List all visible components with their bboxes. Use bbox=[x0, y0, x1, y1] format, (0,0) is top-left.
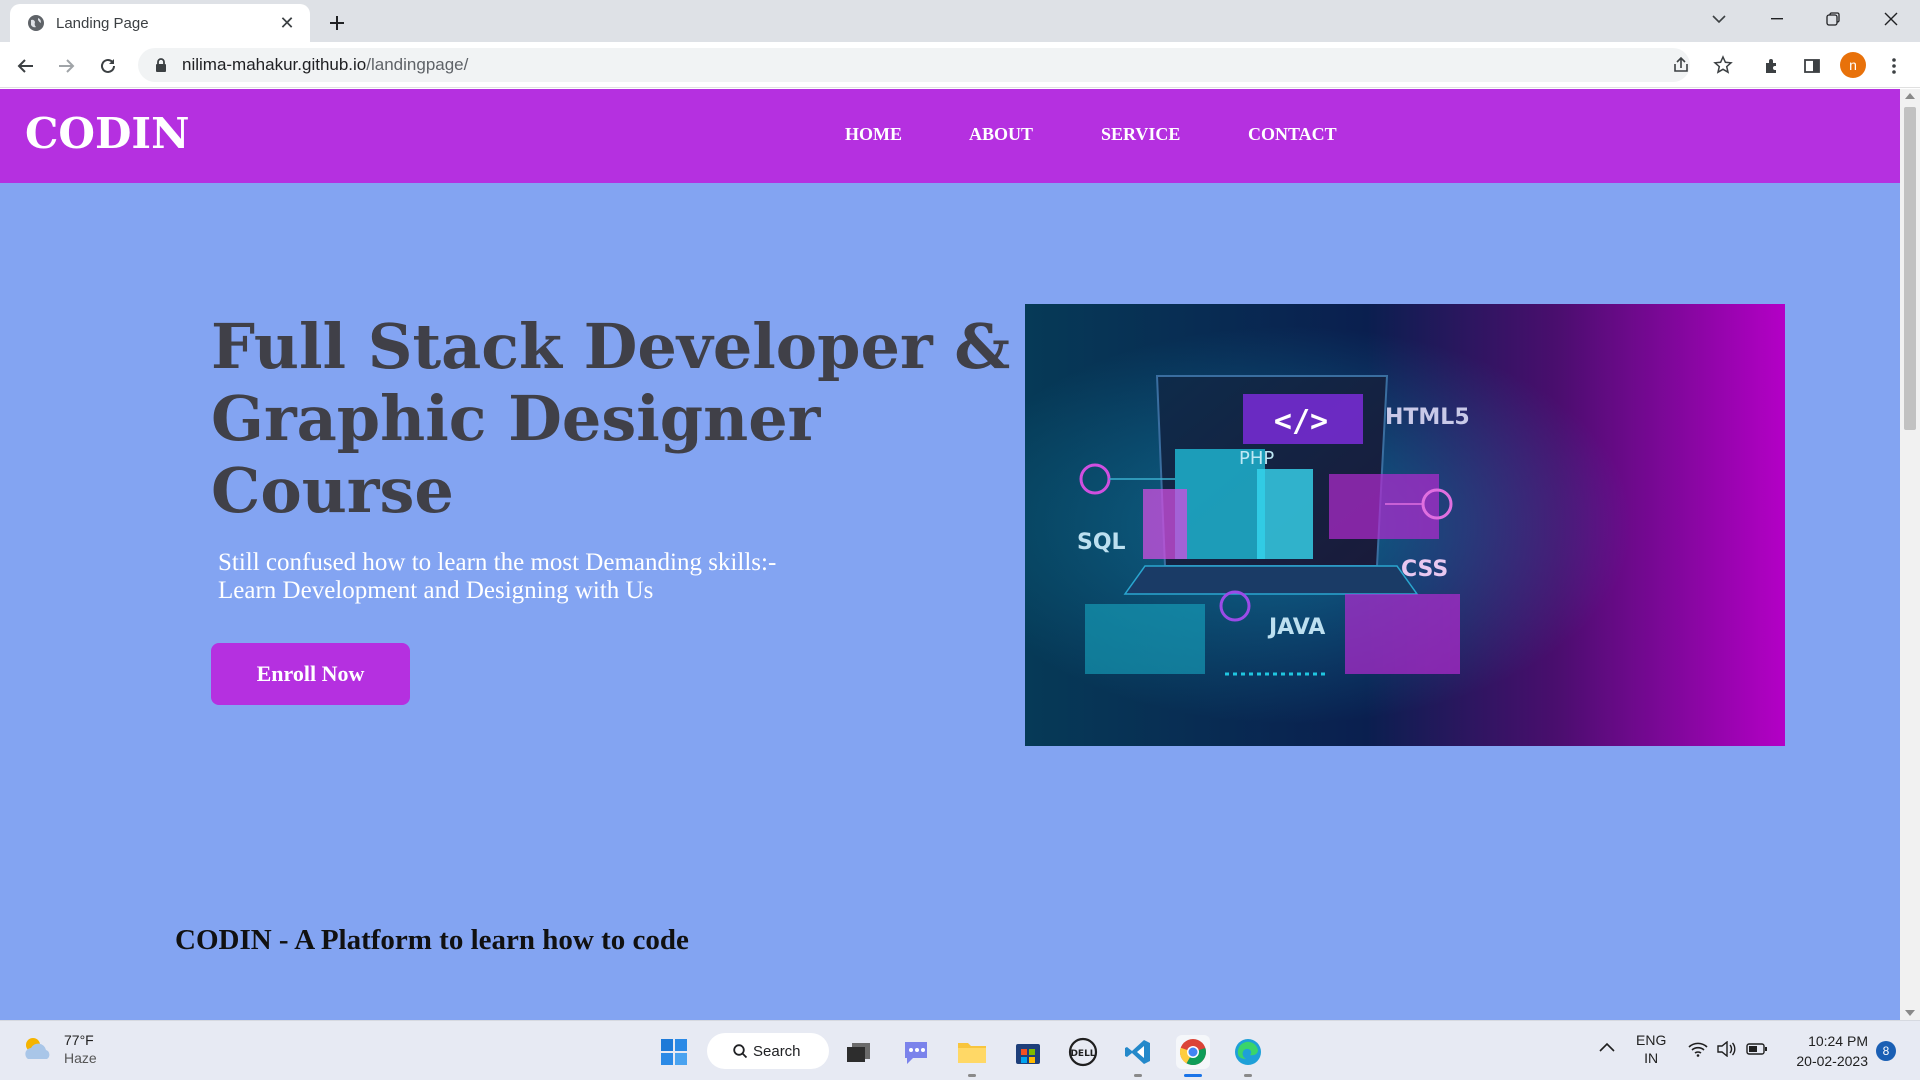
search-label: Search bbox=[753, 1042, 801, 1060]
restore-icon[interactable] bbox=[1808, 0, 1858, 38]
notification-badge[interactable]: 8 bbox=[1876, 1041, 1896, 1061]
battery-icon[interactable] bbox=[1746, 1042, 1768, 1059]
search-icon bbox=[733, 1044, 748, 1059]
system-clock[interactable]: 10:24 PM 20-02-2023 bbox=[1784, 1031, 1868, 1071]
scroll-down-icon[interactable] bbox=[1905, 1010, 1915, 1016]
wifi-icon[interactable] bbox=[1688, 1041, 1708, 1060]
reload-icon[interactable] bbox=[92, 50, 124, 82]
tab-search-icon[interactable] bbox=[1694, 0, 1744, 38]
tab-title: Landing Page bbox=[56, 14, 149, 32]
show-hidden-icons-icon[interactable] bbox=[1599, 1039, 1615, 1055]
bookmark-star-icon[interactable] bbox=[1708, 50, 1738, 80]
file-explorer-icon[interactable] bbox=[955, 1035, 989, 1077]
edge-icon[interactable] bbox=[1231, 1035, 1265, 1077]
windows-start-icon[interactable] bbox=[657, 1035, 691, 1069]
enroll-now-button[interactable]: Enroll Now bbox=[211, 643, 410, 705]
nav-contact[interactable]: CONTACT bbox=[1248, 124, 1337, 145]
app-running-indicator bbox=[1244, 1074, 1252, 1077]
nav-about[interactable]: ABOUT bbox=[969, 124, 1033, 145]
hero-subtitle-line2: Learn Development and Designing with Us bbox=[218, 577, 654, 604]
side-panel-icon[interactable] bbox=[1796, 50, 1828, 82]
nav-home[interactable]: HOME bbox=[845, 124, 902, 145]
hero-title: Full Stack Developer & Graphic Designer … bbox=[211, 310, 1011, 527]
browser-tab[interactable]: Landing Page ✕ bbox=[10, 4, 310, 42]
css-label: CSS bbox=[1401, 557, 1448, 582]
new-tab-icon[interactable] bbox=[322, 8, 352, 38]
volume-icon[interactable] bbox=[1716, 1040, 1736, 1060]
vertical-scrollbar[interactable] bbox=[1900, 89, 1920, 1020]
code-label: </> bbox=[1274, 404, 1328, 439]
address-bar[interactable]: nilima-mahakur.github.io/landingpage/ bbox=[138, 48, 1690, 82]
teams-chat-icon[interactable] bbox=[899, 1035, 933, 1069]
browser-tabstrip: Landing Page ✕ bbox=[0, 0, 1920, 42]
app-active-indicator bbox=[1184, 1074, 1202, 1077]
nav-service[interactable]: SERVICE bbox=[1101, 124, 1180, 145]
java-label: JAVA bbox=[1267, 615, 1325, 640]
site-header: CODIN HOME ABOUT SERVICE CONTACT bbox=[0, 89, 1900, 183]
hero-subtitle-line1: Still confused how to learn the most Dem… bbox=[218, 549, 777, 576]
task-view-icon[interactable] bbox=[842, 1035, 876, 1069]
back-icon[interactable] bbox=[10, 50, 42, 82]
app-running-indicator bbox=[968, 1074, 976, 1077]
share-icon[interactable] bbox=[1666, 50, 1696, 80]
scroll-up-icon[interactable] bbox=[1905, 93, 1915, 99]
close-window-icon[interactable] bbox=[1866, 0, 1916, 38]
php-label: PHP bbox=[1239, 448, 1274, 469]
html5-label: HTML5 bbox=[1385, 405, 1470, 430]
vscode-icon[interactable] bbox=[1121, 1035, 1155, 1077]
url-text: nilima-mahakur.github.io/landingpage/ bbox=[182, 55, 469, 74]
weather-haze-icon bbox=[25, 1038, 50, 1059]
dell-icon[interactable]: DELL bbox=[1066, 1035, 1100, 1069]
app-running-indicator bbox=[1134, 1074, 1142, 1077]
browser-toolbar: nilima-mahakur.github.io/landingpage/ bbox=[0, 42, 1920, 88]
profile-avatar[interactable]: n bbox=[1840, 52, 1866, 78]
hero-illustration: </> HTML5 PHP SQL CSS JAVA bbox=[1025, 304, 1785, 746]
weather-temp: 77°F bbox=[64, 1032, 94, 1048]
globe-icon bbox=[26, 13, 46, 33]
microsoft-store-icon[interactable] bbox=[1011, 1035, 1045, 1069]
clock-date: 20-02-2023 bbox=[1796, 1053, 1868, 1069]
taskbar-search[interactable]: Search bbox=[707, 1033, 829, 1069]
chrome-icon[interactable] bbox=[1176, 1035, 1210, 1077]
site-logo[interactable]: CODIN bbox=[25, 109, 189, 158]
weather-condition: Haze bbox=[64, 1050, 97, 1066]
page-viewport: CODIN HOME ABOUT SERVICE CONTACT Full St… bbox=[0, 89, 1900, 1020]
hero-subtitle: Still confused how to learn the most Dem… bbox=[218, 549, 858, 605]
close-tab-icon[interactable]: ✕ bbox=[276, 12, 298, 34]
clock-time: 10:24 PM bbox=[1808, 1033, 1868, 1049]
weather-widget[interactable]: 77°F Haze bbox=[20, 1031, 97, 1067]
language-indicator[interactable]: ENG IN bbox=[1636, 1031, 1666, 1067]
minimize-icon[interactable] bbox=[1752, 0, 1802, 38]
chrome-menu-icon[interactable] bbox=[1878, 50, 1910, 82]
taskbar: 77°F Haze Search DELL ENG IN 10:24 PM 20… bbox=[0, 1020, 1920, 1080]
svg-text:DELL: DELL bbox=[1070, 1049, 1095, 1059]
tagline: CODIN - A Platform to learn how to code bbox=[175, 924, 689, 956]
extensions-icon[interactable] bbox=[1756, 50, 1788, 82]
lock-icon[interactable] bbox=[154, 57, 168, 73]
forward-icon[interactable] bbox=[50, 50, 82, 82]
scrollbar-thumb[interactable] bbox=[1904, 107, 1916, 430]
sql-label: SQL bbox=[1077, 530, 1126, 555]
